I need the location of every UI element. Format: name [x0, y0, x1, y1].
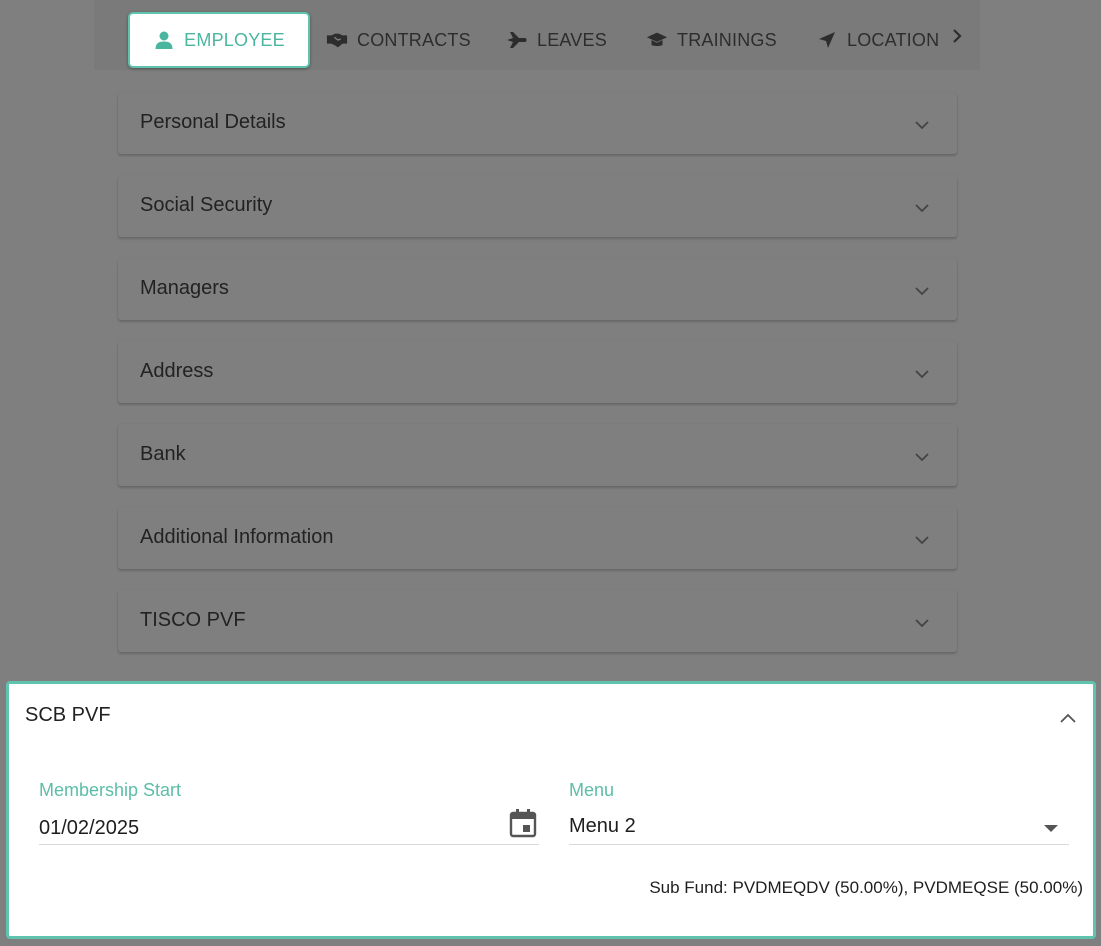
tab-employee[interactable]: EMPLOYEE [128, 12, 310, 68]
person-icon [153, 29, 175, 51]
panel-bank[interactable]: Bank [118, 424, 957, 486]
panel-scb-pvf: SCB PVF Membership Start 01/02/2025 Menu… [6, 681, 1096, 939]
chevron-down-icon [915, 121, 929, 130]
chevron-down-icon [915, 204, 929, 213]
location-arrow-icon [816, 29, 838, 51]
tab-label: EMPLOYEE [184, 29, 285, 50]
menu-label: Menu [569, 780, 615, 800]
panel-managers[interactable]: Managers [118, 258, 957, 320]
tab-leaves[interactable]: LEAVES [506, 10, 607, 70]
menu-underline [569, 844, 1069, 845]
membership-start-label: Membership Start [39, 780, 182, 800]
panel-title: Social Security [140, 194, 273, 216]
panel-title: Address [140, 360, 214, 382]
chevron-up-icon[interactable] [1057, 708, 1079, 730]
panel-title: Managers [140, 277, 229, 299]
panel-tisco-pvf[interactable]: TISCO PVF [118, 590, 957, 652]
dropdown-arrow-icon[interactable] [1043, 820, 1059, 832]
chevron-down-icon [915, 370, 929, 379]
tab-label: LOCATION [847, 29, 940, 50]
tab-label: LEAVES [537, 29, 607, 50]
panel-title: SCB PVF [25, 704, 111, 726]
panel-title: Additional Information [140, 526, 334, 548]
panel-title: TISCO PVF [140, 609, 246, 631]
tab-contracts[interactable]: CONTRACTS [326, 10, 471, 70]
panel-social-security[interactable]: Social Security [118, 175, 957, 237]
calendar-icon[interactable] [508, 808, 538, 838]
plane-icon [506, 29, 528, 51]
membership-start-input[interactable]: 01/02/2025 [39, 817, 139, 840]
tab-location[interactable]: LOCATION [816, 10, 939, 70]
chevron-down-icon [915, 287, 929, 296]
graduation-cap-icon [646, 29, 668, 51]
tab-trainings[interactable]: TRAININGS [646, 10, 777, 70]
tab-label: CONTRACTS [357, 29, 471, 50]
panel-personal-details[interactable]: Personal Details [118, 92, 957, 154]
handshake-icon [326, 29, 348, 51]
panel-additional-information[interactable]: Additional Information [118, 507, 957, 569]
chevron-down-icon [915, 453, 929, 462]
membership-start-underline [39, 844, 539, 845]
panel-address[interactable]: Address [118, 341, 957, 403]
chevron-down-icon [915, 619, 929, 628]
chevron-down-icon [915, 536, 929, 545]
scroll-tabs-right-button[interactable] [944, 23, 970, 49]
panel-title: Personal Details [140, 111, 286, 133]
tab-label: TRAININGS [677, 29, 777, 50]
sub-fund-text: Sub Fund: PVDMEQDV (50.00%), PVDMEQSE (5… [649, 878, 1083, 897]
panel-title: Bank [140, 443, 186, 465]
menu-select[interactable]: Menu 2 [569, 815, 636, 838]
chevron-right-icon [953, 29, 962, 43]
